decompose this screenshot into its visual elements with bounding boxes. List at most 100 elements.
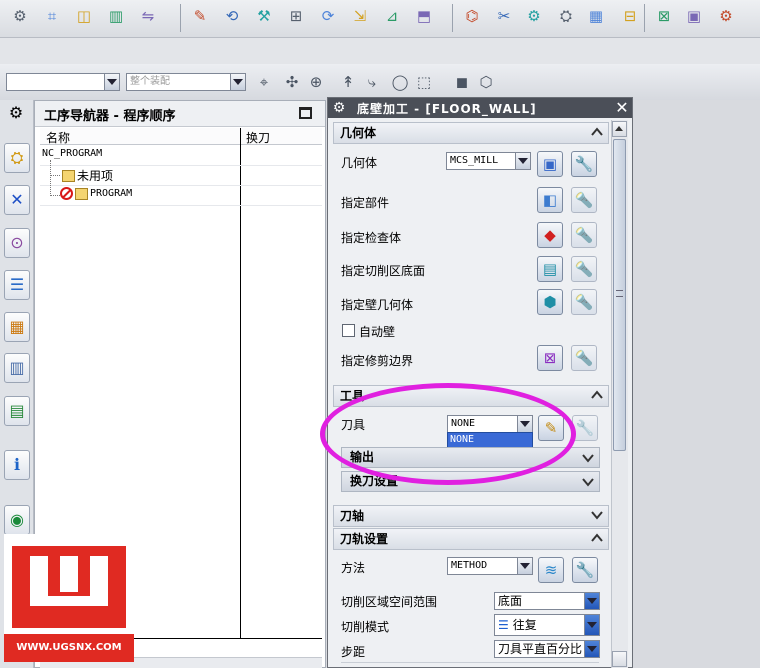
table-row[interactable]: PROGRAM bbox=[60, 187, 132, 200]
toolbar-strip bbox=[0, 38, 760, 64]
display-flashlight-icon[interactable]: 🔦 bbox=[571, 345, 597, 371]
tool-axis-section-header[interactable]: 刀轴 bbox=[333, 505, 609, 527]
folder-icon bbox=[62, 169, 75, 182]
path-icon[interactable]: ✂ bbox=[494, 6, 514, 26]
column-header-row bbox=[40, 128, 322, 145]
geometry-dropdown[interactable]: MCS_MILL bbox=[446, 152, 531, 170]
new-geometry-icon[interactable]: ▣ bbox=[537, 151, 563, 177]
create-icon-b[interactable]: ⟲ bbox=[222, 6, 242, 26]
create-icon-g[interactable]: ⊿ bbox=[382, 6, 402, 26]
gear-dropdown-icon[interactable]: ⚙ bbox=[716, 6, 736, 26]
create-icon-a[interactable]: ✎ bbox=[190, 6, 210, 26]
edit-wrench-icon[interactable]: 🔧 bbox=[572, 557, 598, 583]
method-icon[interactable]: ▥ bbox=[106, 6, 126, 26]
chevron-down-icon bbox=[584, 615, 599, 635]
new-method-icon[interactable]: ≋ bbox=[538, 557, 564, 583]
tool-icon[interactable]: ⌗ bbox=[42, 6, 62, 26]
maximize-icon[interactable] bbox=[299, 107, 312, 119]
select-trim-boundary-icon[interactable]: ⊠ bbox=[537, 345, 563, 371]
box-select-icon[interactable]: ⬚ bbox=[414, 72, 434, 92]
select-check-icon[interactable]: ◆ bbox=[537, 222, 563, 248]
cut-region-value: 底面 bbox=[498, 594, 523, 608]
geometry-section-header[interactable]: 几何体 bbox=[333, 122, 609, 144]
link-icon[interactable]: ⤷ bbox=[362, 72, 382, 92]
create-icon-f[interactable]: ⇲ bbox=[350, 6, 370, 26]
specify-part-label: 指定部件 bbox=[341, 196, 390, 210]
create-icon-h[interactable]: ⬒ bbox=[414, 6, 434, 26]
chevron-up-icon bbox=[591, 390, 603, 399]
display-flashlight-icon[interactable]: 🔦 bbox=[571, 256, 597, 282]
auto-wall-checkbox[interactable] bbox=[342, 324, 355, 337]
cube-icon[interactable]: ⬡ bbox=[476, 72, 496, 92]
select-filter-icon[interactable]: ⌖ bbox=[254, 72, 274, 92]
select-wall-icon[interactable]: ⬢ bbox=[537, 289, 563, 315]
create-icon-d[interactable]: ⊞ bbox=[286, 6, 306, 26]
history-icon[interactable]: ▥ bbox=[4, 353, 30, 383]
toolbar-separator bbox=[180, 4, 181, 32]
nav-row-separator bbox=[40, 185, 322, 186]
zigzag-icon: ☰ bbox=[498, 618, 509, 632]
close-icon[interactable]: ✕ bbox=[614, 98, 630, 118]
method-dropdown[interactable]: METHOD bbox=[447, 557, 533, 575]
chevron-down-icon bbox=[104, 74, 119, 90]
type-filter-dropdown[interactable] bbox=[6, 73, 120, 91]
path-settings-section-header[interactable]: 刀轨设置 bbox=[333, 528, 609, 550]
operation-nav-icon[interactable]: ☰ bbox=[4, 270, 30, 300]
shop-doc-icon[interactable]: ⊟ bbox=[620, 6, 640, 26]
part-nav-icon[interactable]: ⊙ bbox=[4, 228, 30, 258]
chevron-down-icon bbox=[584, 641, 599, 657]
program-label: PROGRAM bbox=[90, 188, 133, 199]
specify-check-label: 指定检查体 bbox=[341, 231, 402, 245]
method-value: METHOD bbox=[451, 560, 488, 571]
info-icon[interactable]: ℹ bbox=[4, 450, 30, 480]
table-row[interactable]: NC_PROGRAM bbox=[42, 148, 102, 159]
assembly-nav-icon[interactable]: ⛭ bbox=[4, 143, 30, 173]
create-icon-e[interactable]: ⟳ bbox=[318, 6, 338, 26]
post-icon[interactable]: ⛭ bbox=[556, 6, 576, 26]
select-part-icon[interactable]: ◧ bbox=[537, 187, 563, 213]
library-icon[interactable]: ▤ bbox=[4, 396, 30, 426]
simulate-icon[interactable]: ⚙ bbox=[524, 6, 544, 26]
assembly-scope-dropdown[interactable]: 整个装配 bbox=[126, 73, 246, 91]
verify-icon[interactable]: ⌬ bbox=[462, 6, 482, 26]
gear-icon[interactable]: ⚙ bbox=[6, 103, 26, 123]
gear-icon[interactable]: ⚙ bbox=[331, 98, 347, 118]
dialog-title: 底壁加工 - [FLOOR_WALL] bbox=[357, 102, 537, 116]
navigator-title: 工序导航器 - 程序顺序 bbox=[44, 109, 176, 124]
geometry-icon[interactable]: ◫ bbox=[74, 6, 94, 26]
specify-wall-label: 指定壁几何体 bbox=[341, 298, 414, 312]
point-icon[interactable]: ↟ bbox=[338, 72, 358, 92]
program-icon[interactable]: ⇋ bbox=[138, 6, 158, 26]
display-flashlight-icon[interactable]: 🔦 bbox=[571, 187, 597, 213]
display-flashlight-icon[interactable]: 🔦 bbox=[571, 289, 597, 315]
machine-icon[interactable]: ⊠ bbox=[654, 6, 674, 26]
report-icon[interactable]: ▣ bbox=[684, 6, 704, 26]
toolbar-separator bbox=[644, 4, 645, 32]
geometry-label: 几何体 bbox=[341, 156, 378, 170]
display-flashlight-icon[interactable]: 🔦 bbox=[571, 222, 597, 248]
prohibited-icon bbox=[60, 187, 73, 200]
operation-icon[interactable]: ⚙ bbox=[10, 6, 30, 26]
scroll-grip-icon bbox=[616, 290, 623, 297]
machine-tool-icon[interactable]: ▦ bbox=[4, 312, 30, 342]
toolbar-separator bbox=[452, 4, 453, 32]
column-name[interactable]: 名称 bbox=[46, 129, 70, 146]
output-icon[interactable]: ▦ bbox=[586, 6, 606, 26]
table-row[interactable]: 未用项 bbox=[62, 167, 113, 184]
web-icon[interactable]: ◉ bbox=[4, 505, 30, 535]
snap-icon[interactable]: ✣ bbox=[282, 72, 302, 92]
cut-region-dropdown[interactable]: 底面 bbox=[494, 592, 600, 610]
scroll-down-icon[interactable] bbox=[612, 651, 627, 667]
pick-icon[interactable]: ⊕ bbox=[306, 72, 326, 92]
stepover-dropdown[interactable]: 刀具平直百分比 bbox=[494, 640, 600, 658]
edit-wrench-icon[interactable]: 🔧 bbox=[572, 415, 598, 441]
edit-wrench-icon[interactable]: 🔧 bbox=[571, 151, 597, 177]
column-tool-change[interactable]: 换刀 bbox=[246, 129, 270, 146]
select-floor-icon[interactable]: ▤ bbox=[537, 256, 563, 282]
watermark-url: WWW.UGSNX.COM bbox=[4, 634, 134, 662]
create-icon-c[interactable]: ⚒ bbox=[254, 6, 274, 26]
cut-mode-dropdown[interactable]: ☰ 往复 bbox=[494, 614, 600, 636]
solid-icon[interactable]: ◼ bbox=[452, 72, 472, 92]
constraint-nav-icon[interactable]: ✕ bbox=[4, 185, 30, 215]
circle-select-icon[interactable]: ◯ bbox=[390, 72, 410, 92]
